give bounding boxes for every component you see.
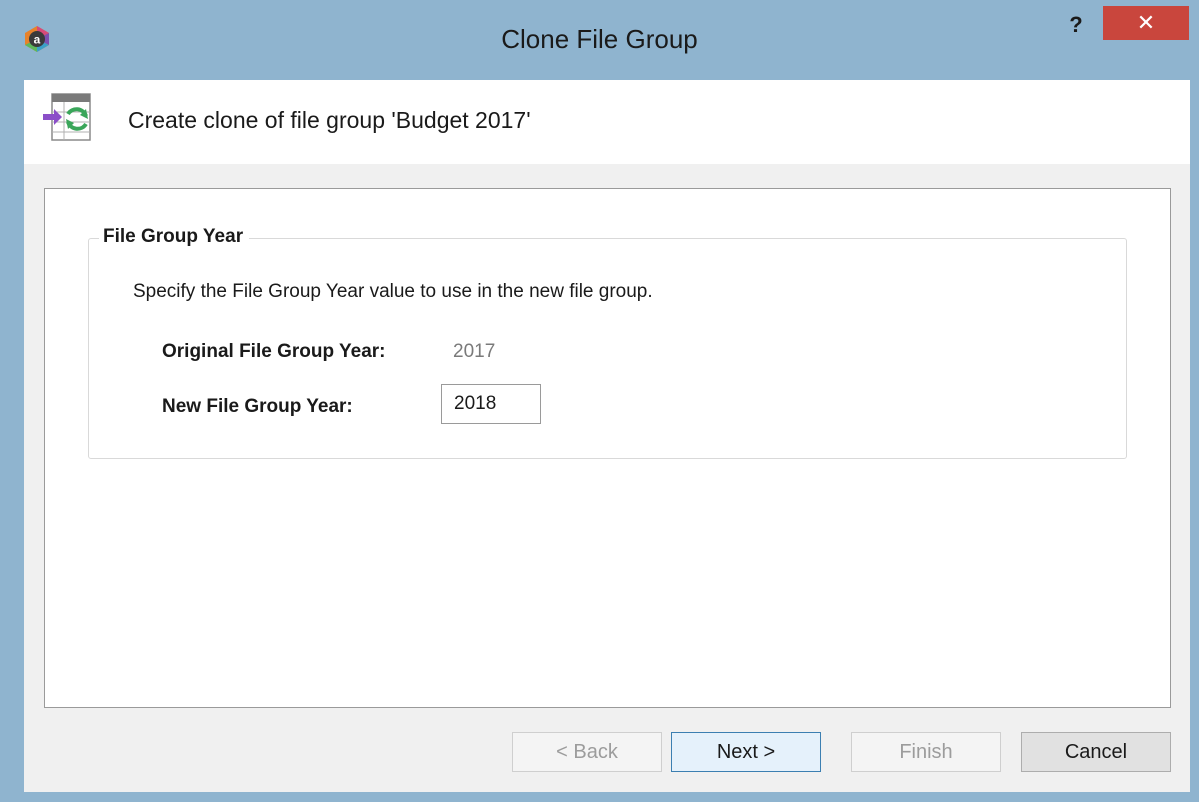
original-year-label: Original File Group Year: <box>162 341 386 362</box>
dialog-window: a Clone File Group ? ✕ Create clone of f… <box>0 0 1199 802</box>
groupbox-legend: File Group Year <box>99 226 250 248</box>
groupbox-description: Specify the File Group Year value to use… <box>133 281 653 302</box>
finish-button[interactable]: Finish <box>851 732 1001 772</box>
wizard-body: File Group Year Specify the File Group Y… <box>24 164 1190 792</box>
new-year-input[interactable] <box>441 384 541 424</box>
back-button[interactable]: < Back <box>512 732 662 772</box>
file-group-year-groupbox: File Group Year Specify the File Group Y… <box>88 226 1127 459</box>
title-bar[interactable]: a Clone File Group ? ✕ <box>0 0 1199 80</box>
next-button[interactable]: Next > <box>671 732 821 772</box>
content-panel: File Group Year Specify the File Group Y… <box>44 188 1171 708</box>
clone-file-group-icon <box>43 93 91 141</box>
window-title: Clone File Group <box>501 24 698 54</box>
header-title: Create clone of file group 'Budget 2017' <box>128 107 531 133</box>
help-button[interactable]: ? <box>1066 12 1086 38</box>
cancel-button[interactable]: Cancel <box>1021 732 1171 772</box>
original-year-value: 2017 <box>453 341 496 362</box>
new-year-label: New File Group Year: <box>162 396 353 417</box>
close-button[interactable]: ✕ <box>1103 6 1189 40</box>
wizard-header: Create clone of file group 'Budget 2017' <box>24 80 1190 165</box>
